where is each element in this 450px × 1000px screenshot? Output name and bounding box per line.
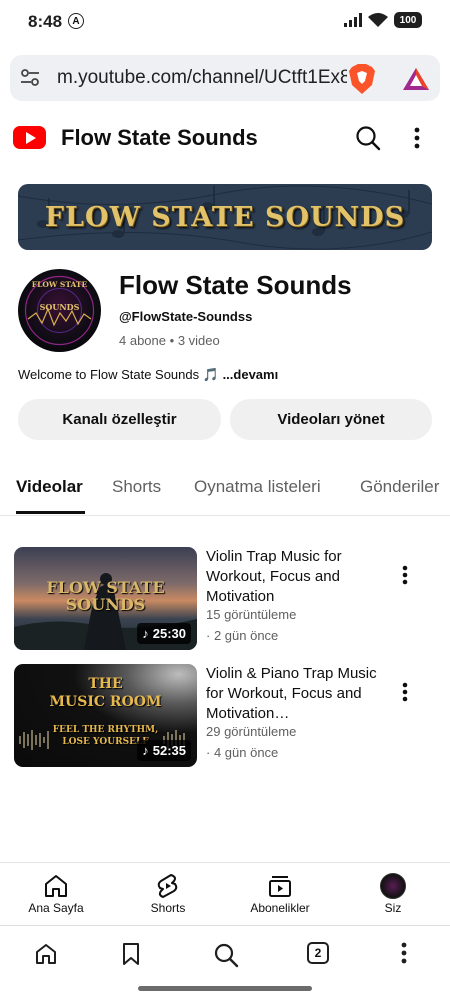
nav-home-label: Ana Sayfa bbox=[28, 901, 84, 915]
customize-channel-button[interactable]: Kanalı özelleştir bbox=[18, 399, 221, 440]
description-text: Welcome to Flow State Sounds 🎵 bbox=[18, 367, 219, 382]
banner-title: FLOW STATE SOUNDS bbox=[44, 201, 406, 233]
channel-handle: @FlowState-Soundss bbox=[119, 309, 253, 324]
duration-text: 25:30 bbox=[152, 626, 186, 641]
duration-text: 52:35 bbox=[152, 743, 186, 758]
video-count: 3 video bbox=[177, 333, 220, 348]
video-more-icon[interactable] bbox=[402, 682, 408, 702]
thumbnail-title-line3: FEEL THE RHYTHM, bbox=[52, 725, 159, 735]
manage-videos-button[interactable]: Videoları yönet bbox=[230, 399, 432, 440]
status-icons: 100 bbox=[344, 12, 422, 28]
tab-switcher-button[interactable]: 2 bbox=[307, 942, 329, 964]
subscriber-count: 4 abone bbox=[119, 333, 166, 348]
video-views: 29 görüntüleme bbox=[206, 724, 297, 739]
thumbnail-title-line2: MUSIC ROOM bbox=[49, 694, 162, 710]
channel-avatar[interactable]: FLOW STATE SOUNDS bbox=[18, 269, 101, 352]
tab-shorts[interactable]: Shorts bbox=[112, 477, 161, 497]
more-options-icon[interactable] bbox=[414, 127, 420, 149]
avatar-text-top: FLOW STATE bbox=[32, 280, 88, 289]
youtube-header: Flow State Sounds bbox=[0, 115, 450, 163]
nav-shorts[interactable]: Shorts bbox=[123, 873, 213, 915]
video-item[interactable]: FLOW STATE SOUNDS ♪ 25:30 Violin Trap Mu… bbox=[0, 547, 450, 651]
browser-search-icon[interactable] bbox=[213, 942, 239, 968]
channel-tabs: Videolar Shorts Oynatma listeleri Gönder… bbox=[0, 470, 450, 516]
youtube-bottom-nav: Ana Sayfa Shorts Abonelikler Siz bbox=[0, 862, 450, 922]
nav-you-label: Siz bbox=[384, 901, 402, 915]
status-bar: 8:48 A 100 bbox=[0, 0, 450, 44]
browser-toolbar: 2 bbox=[0, 925, 450, 985]
tab-posts[interactable]: Gönderiler bbox=[360, 477, 439, 497]
browser-home-icon[interactable] bbox=[34, 942, 58, 966]
nav-you[interactable]: Siz bbox=[348, 873, 438, 915]
active-tab-indicator bbox=[16, 511, 85, 514]
video-thumbnail[interactable]: THE MUSIC ROOM FEEL THE RHYTHM, LOSE YOU… bbox=[14, 664, 197, 767]
header-title: Flow State Sounds bbox=[61, 125, 258, 150]
avatar-artwork: FLOW STATE SOUNDS bbox=[24, 275, 95, 346]
subscriptions-icon bbox=[269, 876, 291, 897]
channel-banner: FLOW STATE SOUNDS bbox=[18, 184, 432, 250]
video-thumbnail[interactable]: FLOW STATE SOUNDS ♪ 25:30 bbox=[14, 547, 197, 650]
video-item[interactable]: THE MUSIC ROOM FEEL THE RHYTHM, LOSE YOU… bbox=[0, 664, 450, 768]
gesture-navigation-bar[interactable] bbox=[138, 986, 312, 991]
thumbnail-title-line1: FLOW STATE bbox=[46, 578, 165, 597]
music-note-icon: ♪ bbox=[142, 626, 149, 641]
avatar-text-mid: SOUNDS bbox=[40, 302, 80, 312]
address-bar[interactable]: m.youtube.com/channel/UCtft1Ex8 bbox=[10, 55, 440, 101]
browser-menu-icon[interactable] bbox=[401, 942, 407, 964]
profile-avatar bbox=[380, 873, 406, 899]
youtube-logo-icon[interactable] bbox=[13, 126, 46, 149]
nav-subscriptions[interactable]: Abonelikler bbox=[235, 873, 325, 915]
music-note-icon: ♪ bbox=[142, 743, 149, 758]
thumbnail-title-line2: SOUNDS bbox=[65, 595, 146, 614]
video-title[interactable]: Violin & Piano Trap Music for Workout, F… bbox=[206, 664, 386, 724]
bookmark-icon[interactable] bbox=[121, 942, 141, 966]
thumbnail-title-line1: THE bbox=[88, 676, 123, 692]
video-duration: ♪ 25:30 bbox=[137, 623, 191, 644]
accessibility-status-icon: A bbox=[68, 13, 84, 29]
search-icon[interactable] bbox=[355, 125, 381, 151]
video-title[interactable]: Violin Trap Music for Workout, Focus and… bbox=[206, 547, 386, 607]
wifi-icon bbox=[368, 12, 388, 27]
description-more-link[interactable]: ...devamı bbox=[223, 367, 279, 382]
video-age: · 4 gün önce bbox=[206, 745, 279, 760]
brave-rewards-icon[interactable] bbox=[402, 67, 430, 91]
home-icon bbox=[45, 875, 67, 897]
nav-home[interactable]: Ana Sayfa bbox=[11, 873, 101, 915]
video-more-icon[interactable] bbox=[402, 565, 408, 585]
video-age: · 2 gün önce bbox=[206, 628, 279, 643]
tab-playlists[interactable]: Oynatma listeleri bbox=[194, 477, 321, 497]
video-views: 15 görüntüleme bbox=[206, 607, 297, 622]
nav-shorts-label: Shorts bbox=[150, 901, 186, 915]
channel-stats: 4 abone • 3 video bbox=[119, 333, 220, 348]
video-duration: ♪ 52:35 bbox=[137, 740, 191, 761]
channel-name: Flow State Sounds bbox=[119, 270, 352, 300]
tab-videos[interactable]: Videolar bbox=[16, 477, 83, 497]
nav-subscriptions-label: Abonelikler bbox=[250, 901, 310, 915]
status-time: 8:48 bbox=[28, 12, 63, 31]
site-settings-icon[interactable] bbox=[20, 69, 40, 87]
battery-icon: 100 bbox=[394, 12, 422, 28]
channel-description[interactable]: Welcome to Flow State Sounds 🎵 ...devamı bbox=[18, 367, 278, 383]
brave-shields-icon[interactable] bbox=[348, 63, 376, 95]
stats-separator: • bbox=[169, 333, 175, 348]
url-text[interactable]: m.youtube.com/channel/UCtft1Ex8 bbox=[57, 67, 347, 89]
signal-icon bbox=[344, 13, 362, 27]
shorts-icon bbox=[157, 874, 178, 898]
